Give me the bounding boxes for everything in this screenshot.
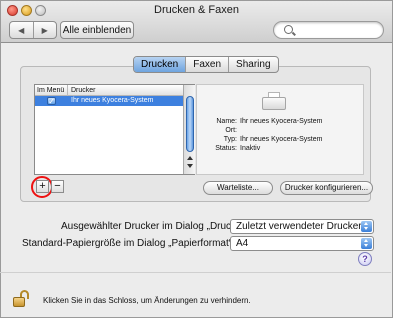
dialog-printer-popup[interactable]: Zuletzt verwendeter Drucker [230, 219, 374, 234]
remove-printer-button[interactable]: − [51, 180, 64, 193]
info-label-name: Name: [216, 118, 237, 125]
column-header-in-menu[interactable]: Im Menü [37, 85, 64, 96]
footer-divider [0, 272, 391, 273]
popup-stepper-icon [361, 238, 372, 249]
back-forward-control: ◀ ▶ [9, 21, 57, 39]
title-bar: Drucken & Faxen ◀ ▶ Alle einblenden [1, 1, 392, 43]
help-button[interactable]: ? [358, 252, 372, 266]
queue-button[interactable]: Warteliste... [203, 181, 273, 195]
printer-name: Ihr neues Kyocera-System [71, 97, 154, 104]
window-title: Drucken & Faxen [154, 4, 239, 16]
show-all-button[interactable]: Alle einblenden [60, 21, 134, 39]
scroll-up-arrow-icon[interactable] [187, 156, 193, 160]
back-button[interactable]: ◀ [10, 22, 34, 38]
info-label-status: Status: [215, 145, 237, 152]
printer-list: Im Menü Drucker ✓ Ihr neues Kyocera-Syst… [34, 84, 195, 175]
info-value-name: Ihr neues Kyocera-System [240, 118, 323, 125]
add-printer-button[interactable]: + [36, 180, 49, 193]
forward-button[interactable]: ▶ [34, 22, 57, 38]
info-value-status: Inaktiv [240, 145, 261, 152]
dialog-printer-label: Ausgewählter Drucker im Dialog „Drucken“… [61, 221, 254, 232]
info-value-type: Ihr neues Kyocera-System [240, 136, 323, 143]
tab-bar: Drucken Faxen Sharing [133, 56, 279, 73]
dialog-printer-value: Zuletzt verwendeter Drucker [236, 221, 362, 232]
paper-size-label: Standard-Papiergröße im Dialog „Papierfo… [22, 238, 235, 249]
list-item[interactable]: ✓ Ihr neues Kyocera-System [35, 96, 183, 106]
tab-drucken[interactable]: Drucken [134, 57, 187, 72]
printer-list-header: Im Menü Drucker [35, 85, 183, 96]
scroll-down-arrow-icon[interactable] [187, 164, 193, 168]
paper-size-popup[interactable]: A4 [230, 236, 374, 251]
info-label-type: Typ: [223, 136, 237, 143]
lock-icon[interactable] [13, 290, 31, 308]
scrollbar-thumb[interactable] [186, 96, 194, 152]
vertical-scrollbar[interactable] [183, 85, 195, 174]
column-header-printer[interactable]: Drucker [67, 85, 96, 96]
paper-size-value: A4 [236, 238, 249, 249]
search-input[interactable] [273, 21, 384, 39]
in-menu-checkbox[interactable]: ✓ [47, 97, 56, 106]
printer-icon [262, 92, 286, 110]
search-icon [284, 25, 293, 34]
configure-printer-button[interactable]: Drucker konfigurieren... [280, 181, 373, 195]
printer-body-shape [262, 97, 286, 110]
tab-faxen[interactable]: Faxen [186, 57, 230, 72]
popup-stepper-icon [361, 221, 372, 232]
tab-sharing[interactable]: Sharing [229, 57, 277, 72]
lock-hint-text: Klicken Sie in das Schloss, um Änderunge… [43, 296, 251, 305]
info-label-location: Ort: [225, 127, 237, 134]
lock-body-shape [13, 297, 25, 307]
